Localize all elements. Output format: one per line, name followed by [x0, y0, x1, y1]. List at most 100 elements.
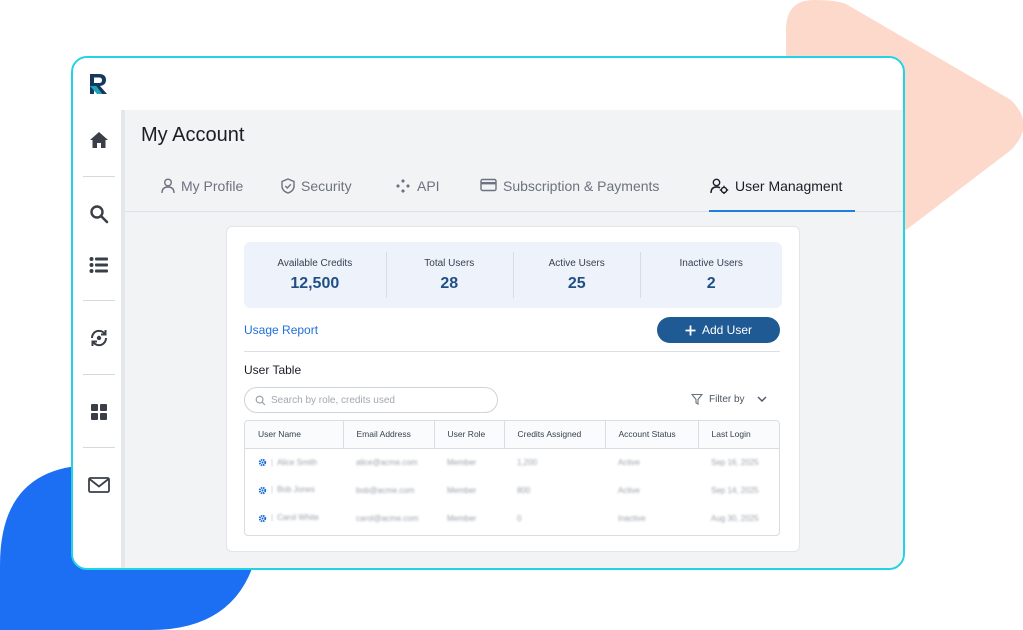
- filter-icon: [691, 393, 703, 405]
- sidebar-divider: [83, 374, 115, 375]
- stat-label: Available Credits: [277, 257, 353, 269]
- tab-label: API: [417, 178, 440, 194]
- sidebar-item-home[interactable]: [85, 126, 113, 154]
- tab-label: Security: [301, 178, 352, 194]
- stat-label: Active Users: [548, 257, 605, 269]
- stat-value: 25: [567, 274, 586, 292]
- user-table: User Name Email Address User Role Credit…: [244, 420, 780, 536]
- user-gear-icon: [710, 178, 729, 194]
- section-divider: [244, 351, 780, 352]
- stat-value: 28: [440, 274, 459, 292]
- search-icon: [255, 395, 266, 406]
- chevron-down-icon: [757, 396, 767, 402]
- api-icon: [396, 179, 410, 193]
- table-row[interactable]: | Carol White carol@acme.com Member 0 Ina…: [245, 504, 779, 532]
- tab-api[interactable]: API: [395, 178, 440, 212]
- tab-my-profile[interactable]: My Profile: [161, 178, 243, 212]
- tab-security[interactable]: Security: [281, 178, 352, 212]
- card-icon: [480, 178, 497, 192]
- status-cell: Inactive: [618, 513, 646, 523]
- user-name: Alice Smith: [277, 457, 318, 467]
- credits-cell: 1,200: [517, 457, 538, 467]
- filter-label: Filter by: [709, 393, 745, 405]
- role-cell: Member: [447, 485, 477, 495]
- column-header[interactable]: Last Login: [698, 421, 779, 449]
- stat-active-users: Active Users 25: [513, 242, 640, 308]
- stat-inactive-users: Inactive Users 2: [640, 242, 782, 308]
- stat-label: Inactive Users: [679, 257, 743, 269]
- filter-dropdown[interactable]: Filter by: [691, 390, 767, 408]
- role-cell: Member: [447, 457, 477, 467]
- separator: |: [271, 485, 274, 495]
- stat-value: 2: [706, 274, 716, 292]
- app-window: My Account My Profile Security API Subsc…: [71, 56, 905, 570]
- stat-value: 12,500: [290, 274, 340, 292]
- column-header[interactable]: User Role: [434, 421, 505, 449]
- add-user-button[interactable]: Add User: [657, 317, 780, 343]
- tab-subscription-payments[interactable]: Subscription & Payments: [480, 178, 659, 212]
- tab-label: My Profile: [181, 178, 244, 194]
- search-box[interactable]: [244, 387, 498, 413]
- sidebar-item-mail[interactable]: [85, 471, 113, 499]
- table-row[interactable]: | Alice Smith alice@acme.com Member 1,200…: [245, 448, 779, 476]
- user-name-cell: | Bob Jones: [245, 476, 343, 504]
- sidebar-divider: [83, 300, 115, 301]
- tab-bar: My Profile Security API Subscription & P…: [125, 166, 903, 212]
- sidebar-divider: [83, 176, 115, 177]
- stat-label: Total Users: [424, 257, 475, 269]
- table-row[interactable]: | Bob Jones bob@acme.com Member 800 Activ…: [245, 476, 779, 504]
- credits-cell: 800: [517, 485, 531, 495]
- sidebar-item-sync[interactable]: [85, 324, 113, 352]
- user-name: Carol White: [277, 513, 319, 523]
- sidebar-item-dashboard[interactable]: [85, 398, 113, 426]
- email-cell: carol@acme.com: [356, 513, 419, 523]
- last-login-cell: Sep 16, 2025: [711, 457, 759, 467]
- email-cell: bob@acme.com: [356, 485, 415, 495]
- grid-icon: [91, 404, 107, 420]
- column-header[interactable]: Email Address: [343, 421, 435, 449]
- email-cell: alice@acme.com: [356, 457, 418, 467]
- usage-report-link[interactable]: Usage Report: [244, 323, 318, 337]
- table-title: User Table: [244, 363, 302, 377]
- sidebar-item-list[interactable]: [85, 251, 113, 279]
- last-login-cell: Sep 14, 2025: [711, 485, 759, 495]
- separator: |: [271, 513, 274, 523]
- home-icon: [90, 132, 108, 148]
- top-bar: [73, 58, 903, 110]
- credits-cell: 0: [517, 513, 522, 523]
- sidebar-item-search[interactable]: [85, 200, 113, 228]
- user-name-cell: | Carol White: [245, 504, 343, 532]
- table-header-row: User Name Email Address User Role Credit…: [245, 421, 779, 449]
- list-icon: [89, 257, 108, 273]
- main-content: My Account My Profile Security API Subsc…: [125, 110, 903, 568]
- stats-panel: Available Credits 12,500 Total Users 28 …: [244, 242, 782, 308]
- sidebar-divider: [83, 447, 115, 448]
- shield-icon: [281, 178, 295, 194]
- user-name-cell: | Alice Smith: [245, 448, 343, 476]
- search-input[interactable]: [271, 391, 491, 409]
- separator: |: [271, 457, 274, 467]
- role-cell: Member: [447, 513, 477, 523]
- sync-icon: [90, 329, 108, 347]
- column-header[interactable]: Credits Assigned: [504, 421, 606, 449]
- gear-icon[interactable]: [258, 458, 267, 467]
- status-cell: Active: [618, 485, 640, 495]
- add-user-label: Add User: [701, 323, 753, 337]
- user-name: Bob Jones: [277, 485, 315, 495]
- column-header[interactable]: Account Status: [605, 421, 699, 449]
- last-login-cell: Aug 30, 2025: [711, 513, 759, 523]
- column-header[interactable]: User Name: [245, 421, 344, 449]
- gear-icon[interactable]: [258, 486, 267, 495]
- tab-user-management[interactable]: User Managment: [709, 178, 855, 212]
- mail-icon: [88, 477, 110, 493]
- tab-label: User Managment: [735, 178, 843, 194]
- user-icon: [161, 178, 175, 194]
- tab-label: Subscription & Payments: [503, 178, 660, 194]
- stat-available-credits: Available Credits 12,500: [244, 242, 386, 308]
- logo-icon[interactable]: [88, 72, 110, 96]
- search-icon: [90, 205, 109, 224]
- gear-icon[interactable]: [258, 514, 267, 523]
- plus-icon: [685, 325, 696, 335]
- status-cell: Active: [618, 457, 640, 467]
- user-management-card: Available Credits 12,500 Total Users 28 …: [226, 226, 800, 552]
